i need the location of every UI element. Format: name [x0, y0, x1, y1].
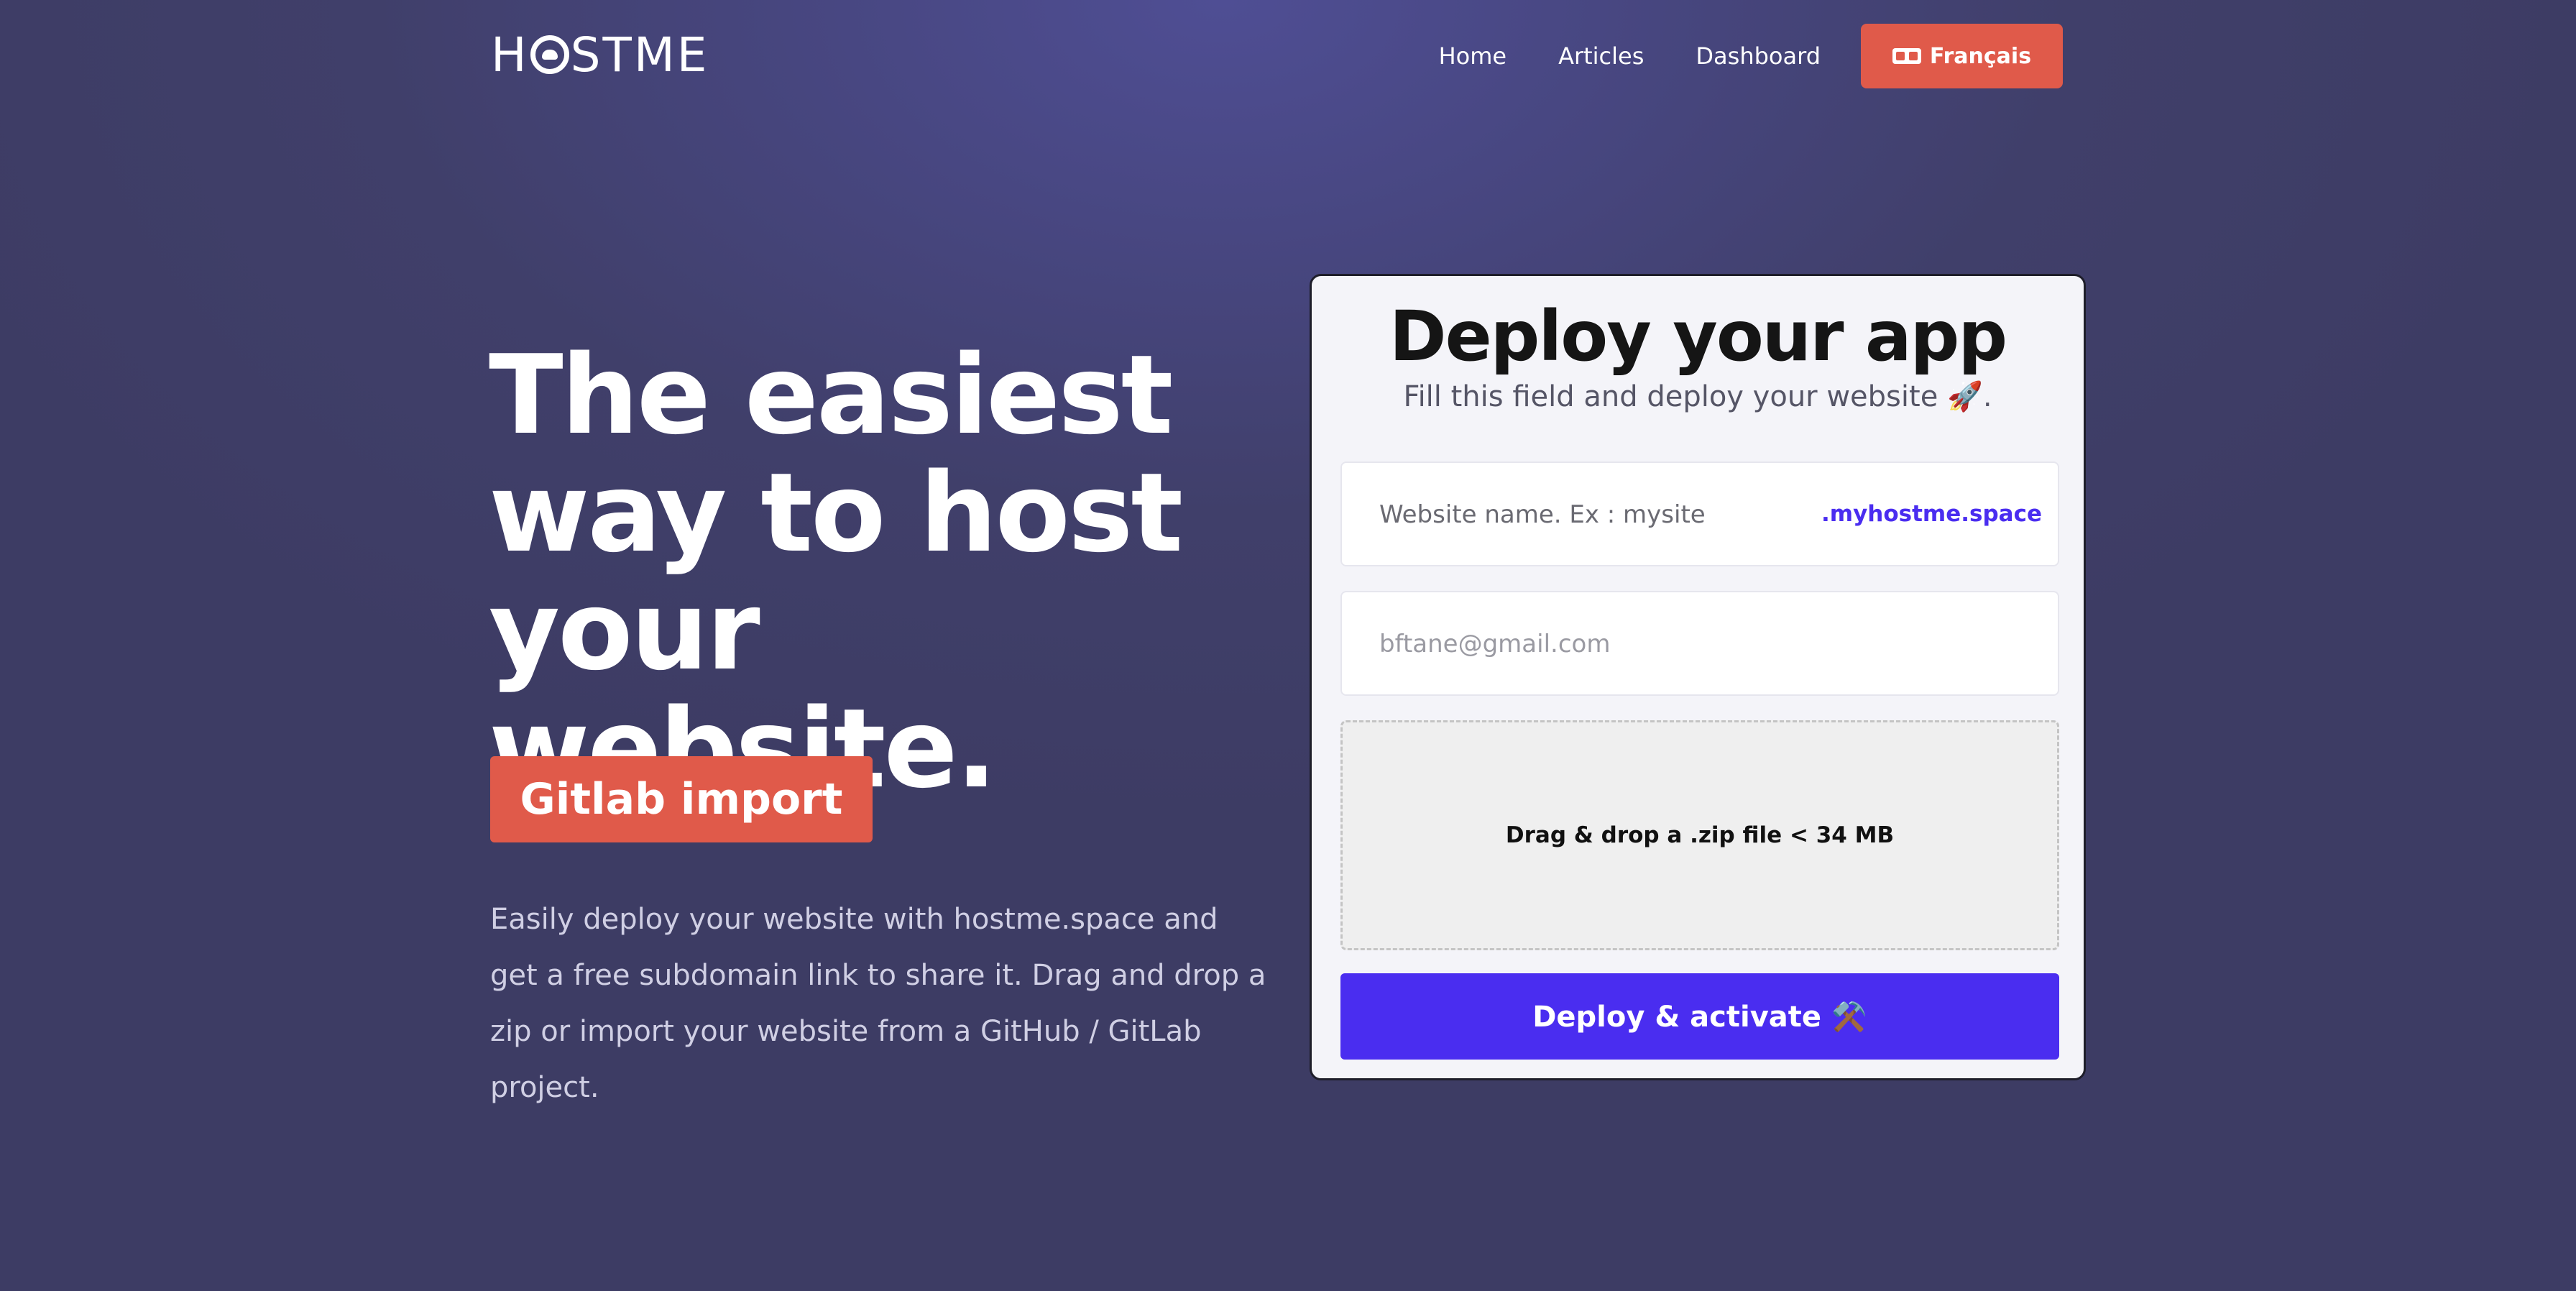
gitlab-import-button[interactable]: Gitlab import [490, 756, 873, 842]
domain-suffix: .myhostme.space [1821, 501, 2042, 527]
hero-title: The easiest way to host your website. [489, 336, 1208, 808]
hero-description: Easily deploy your website with hostme.s… [490, 903, 1266, 1104]
main-nav: Home Articles Dashboard Français [1439, 24, 2063, 88]
translate-icon [1892, 48, 1921, 64]
cloud-icon [530, 35, 569, 74]
email-input[interactable] [1378, 592, 2028, 696]
nav-articles-link[interactable]: Articles [1558, 42, 1644, 70]
logo-text-right: STME [570, 27, 709, 83]
hero-title-line-2: way to host [489, 449, 1183, 576]
nav-home-link[interactable]: Home [1439, 42, 1507, 70]
hero-title-line-1: The easiest [489, 331, 1173, 459]
website-name-input[interactable] [1378, 463, 1812, 566]
dropzone-label: Drag & drop a .zip file < 34 MB [1505, 822, 1895, 848]
deploy-card-title: Deploy your app [1389, 296, 2007, 377]
deploy-card: Deploy your app Fill this field and depl… [1310, 274, 2086, 1080]
nav-dashboard-link[interactable]: Dashboard [1696, 42, 1821, 70]
language-button-label: Français [1929, 43, 2032, 69]
deploy-activate-button[interactable]: Deploy & activate ⚒️ [1340, 973, 2059, 1060]
website-name-field: .myhostme.space [1340, 461, 2059, 566]
deploy-card-subtitle: Fill this field and deploy your website … [1403, 380, 1992, 413]
hostme-logo[interactable]: H STME [491, 27, 709, 83]
email-field [1340, 591, 2059, 696]
language-button[interactable]: Français [1861, 24, 2063, 88]
logo-text-left: H [491, 27, 529, 83]
zip-dropzone[interactable]: Drag & drop a .zip file < 34 MB [1340, 720, 2059, 950]
